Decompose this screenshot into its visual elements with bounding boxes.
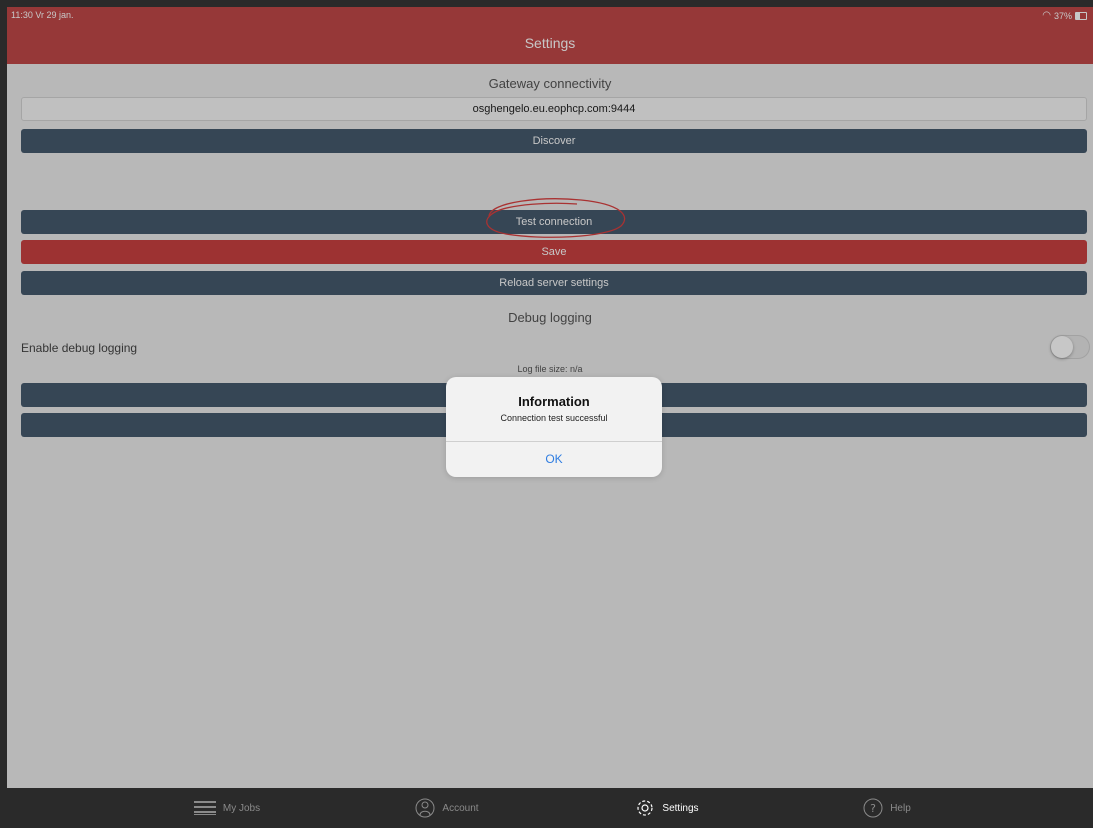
tab-label-help: Help [890, 802, 911, 814]
person-icon [415, 798, 435, 818]
svg-text:?: ? [870, 802, 876, 815]
alert-message: Connection test successful [500, 413, 608, 423]
tab-account[interactable]: Account [347, 788, 547, 828]
help-icon: ? [863, 798, 883, 818]
tab-bar: My Jobs Account Settings ? Help [7, 788, 1093, 828]
tab-label-settings: Settings [662, 802, 699, 814]
app-screen: 11:30 Vr 29 jan. ◠ 37% Settings Gateway … [7, 7, 1093, 828]
tab-settings[interactable]: Settings [567, 788, 767, 828]
list-icon [193, 801, 216, 815]
tab-my-jobs[interactable]: My Jobs [127, 788, 327, 828]
tab-label-my-jobs: My Jobs [222, 802, 261, 814]
alert-title: Information [518, 394, 590, 409]
information-alert: Information Connection test successful O… [446, 377, 662, 477]
tab-help[interactable]: ? Help [787, 788, 987, 828]
alert-ok-button[interactable]: OK [446, 442, 662, 477]
gear-icon [637, 800, 654, 816]
tab-label-account: Account [442, 802, 479, 814]
